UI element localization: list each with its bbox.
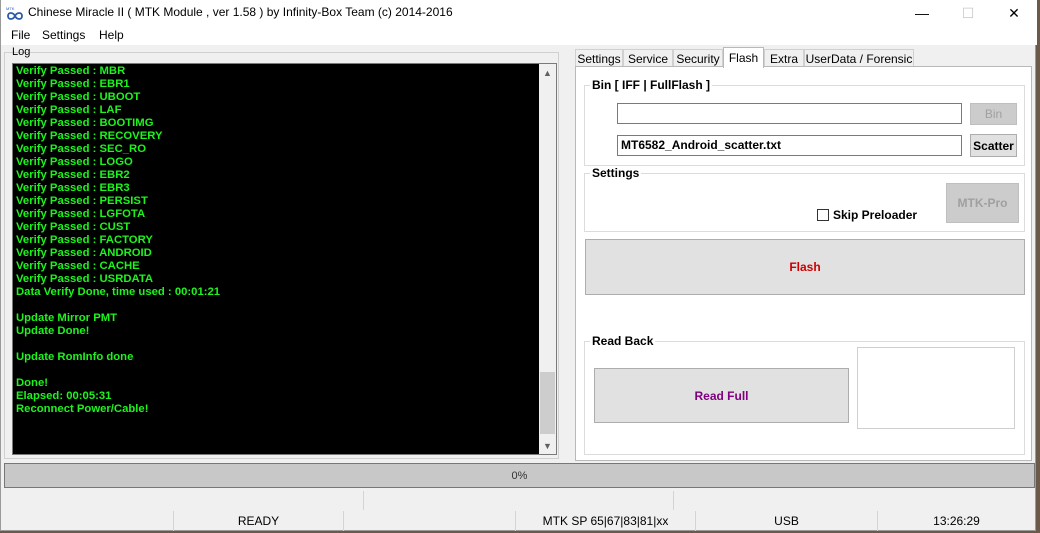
close-icon: ✕ xyxy=(1008,4,1020,21)
log-line: Verify Passed : CACHE xyxy=(16,260,140,272)
status-state: READY xyxy=(174,511,344,531)
skip-preloader-checkbox[interactable] xyxy=(817,209,829,221)
log-line: Update Done! xyxy=(16,325,90,337)
status-bar: READY MTK SP 65|67|83|81|xx USB 13:26:29 xyxy=(4,511,1035,531)
readback-group: Read Back Read Full xyxy=(584,334,1025,455)
status-cell xyxy=(364,491,674,510)
menu-bar: File Settings Help xyxy=(1,26,1037,45)
flash-button-label: Flash xyxy=(789,260,821,274)
log-line: Verify Passed : EBR3 xyxy=(16,182,130,194)
scroll-down-icon[interactable]: ▼ xyxy=(539,437,556,454)
mtk-pro-button[interactable]: MTK-Pro xyxy=(946,183,1019,223)
readback-group-title: Read Back xyxy=(590,334,656,348)
log-line: Data Verify Done, time used : 00:01:21 xyxy=(16,286,221,298)
tab-service[interactable]: Service xyxy=(623,49,673,67)
tab-security[interactable]: Security xyxy=(673,49,723,67)
log-line: Reconnect Power/Cable! xyxy=(16,403,149,415)
readback-preview-box xyxy=(857,347,1015,429)
log-line: Verify Passed : SEC_RO xyxy=(16,143,146,155)
settings-group: Settings Skip Preloader MTK-Pro xyxy=(584,166,1025,232)
skip-preloader-label: Skip Preloader xyxy=(833,208,918,222)
log-line: Verify Passed : ANDROID xyxy=(16,247,152,259)
tab-userdata-forensic[interactable]: UserData / Forensic xyxy=(804,49,914,67)
log-line: Verify Passed : EBR2 xyxy=(16,169,130,181)
svg-text:MTK: MTK xyxy=(6,6,15,11)
status-chip: MTK SP 65|67|83|81|xx xyxy=(516,511,696,531)
main-window: MTK Chinese Miracle II ( MTK Module , ve… xyxy=(0,0,1037,531)
scroll-thumb[interactable] xyxy=(540,372,555,434)
log-line: Done! xyxy=(16,377,49,389)
scatter-path-field[interactable]: MT6582_Android_scatter.txt xyxy=(617,135,962,156)
log-line: Elapsed: 00:05:31 xyxy=(16,390,112,402)
scroll-up-icon[interactable]: ▲ xyxy=(539,64,556,81)
status-cell xyxy=(344,511,516,531)
minimize-icon: — xyxy=(915,5,929,21)
progress-bar: 0% xyxy=(4,463,1035,488)
log-line: Verify Passed : MBR xyxy=(16,65,126,77)
log-line: Verify Passed : FACTORY xyxy=(16,234,153,246)
flash-button[interactable]: Flash xyxy=(585,239,1025,295)
tab-settings[interactable]: Settings xyxy=(575,49,623,67)
status-cell xyxy=(674,491,1035,510)
maximize-button[interactable]: ☐ xyxy=(945,0,991,26)
log-scrollbar[interactable]: ▲ ▼ xyxy=(539,64,556,454)
tab-extra[interactable]: Extra xyxy=(764,49,804,67)
log-line: Update RomInfo done xyxy=(16,351,134,363)
log-line: Verify Passed : USRDATA xyxy=(16,273,154,285)
status-cell xyxy=(4,491,364,510)
read-full-button[interactable]: Read Full xyxy=(594,368,849,423)
infinity-logo-icon: MTK xyxy=(6,6,23,20)
log-line: Verify Passed : LAF xyxy=(16,104,122,116)
log-text: Verify Passed : MBR Verify Passed : EBR1 V… xyxy=(16,65,220,416)
status-cell xyxy=(4,511,174,531)
scatter-button[interactable]: Scatter xyxy=(970,134,1017,157)
status-time: 13:26:29 xyxy=(933,514,980,528)
progress-label: 0% xyxy=(511,469,528,482)
log-line: Verify Passed : UBOOT xyxy=(16,91,141,103)
bin-group-title: Bin [ IFF | FullFlash ] xyxy=(590,78,713,92)
maximize-icon: ☐ xyxy=(961,4,975,21)
bin-button[interactable]: Bin xyxy=(970,103,1017,125)
status-row-upper xyxy=(4,491,1035,510)
menu-file[interactable]: File xyxy=(11,28,30,42)
title-bar[interactable]: MTK Chinese Miracle II ( MTK Module , ve… xyxy=(1,0,1037,26)
window-title: Chinese Miracle II ( MTK Module , ver 1.… xyxy=(28,5,453,19)
menu-settings[interactable]: Settings xyxy=(42,28,85,42)
log-line: Verify Passed : EBR1 xyxy=(16,78,130,90)
tab-flash[interactable]: Flash xyxy=(723,47,764,68)
read-full-label: Read Full xyxy=(694,388,749,403)
log-line: Verify Passed : LOGO xyxy=(16,156,133,168)
log-label: Log xyxy=(12,46,31,58)
minimize-button[interactable]: — xyxy=(899,0,945,26)
log-line: Verify Passed : LGFOTA xyxy=(16,208,146,220)
bin-path-field[interactable] xyxy=(617,103,962,124)
menu-help[interactable]: Help xyxy=(99,28,124,42)
settings-group-title: Settings xyxy=(590,166,642,180)
log-line: Verify Passed : CUST xyxy=(16,221,131,233)
close-button[interactable]: ✕ xyxy=(991,0,1037,26)
log-line: Verify Passed : PERSIST xyxy=(16,195,148,207)
bin-group: Bin [ IFF | FullFlash ] Bin MT6582_Andro… xyxy=(584,78,1025,166)
log-output[interactable]: Verify Passed : MBR Verify Passed : EBR1 V… xyxy=(12,63,557,455)
flash-panel: Bin [ IFF | FullFlash ] Bin MT6582_Andro… xyxy=(575,66,1032,461)
status-connection: USB xyxy=(696,511,878,531)
log-line: Verify Passed : BOOTIMG xyxy=(16,117,154,129)
log-line: Verify Passed : RECOVERY xyxy=(16,130,163,142)
log-line: Update Mirror PMT xyxy=(16,312,118,324)
